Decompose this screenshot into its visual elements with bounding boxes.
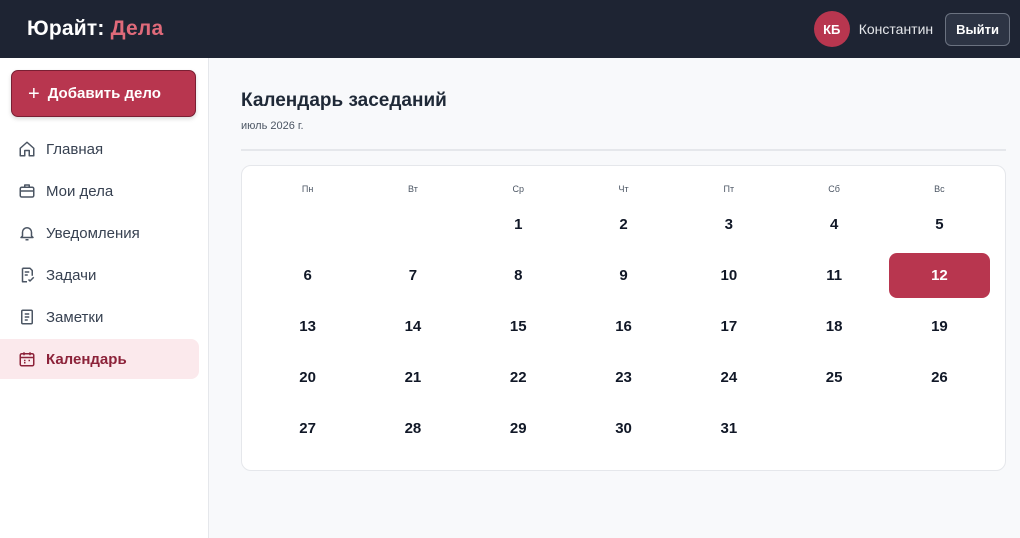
weekday-header: Пн Вт Ср Чт Пт Сб Вс	[255, 184, 989, 200]
task-icon	[21, 267, 35, 283]
sidebar-item-label: Заметки	[46, 308, 104, 326]
calendar-icon	[19, 352, 35, 367]
user-area: КБ Константин Выйти	[813, 11, 1010, 47]
calendar-day[interactable]: 19	[889, 304, 990, 349]
divider	[241, 149, 1006, 151]
sidebar-item-notes[interactable]: Заметки	[0, 297, 199, 337]
bell-icon	[20, 227, 34, 241]
calendar-day[interactable]: 24	[678, 355, 779, 400]
weekday-label: Вт	[408, 184, 418, 194]
calendar-day[interactable]: 9	[573, 253, 674, 298]
calendar-day[interactable]: 2	[573, 202, 674, 247]
calendar-day[interactable]: 3	[678, 202, 779, 247]
calendar-day[interactable]: 17	[678, 304, 779, 349]
calendar-day[interactable]: 16	[573, 304, 674, 349]
briefcase-icon	[19, 184, 35, 198]
weekday-label: Пн	[301, 184, 314, 194]
calendar-day[interactable]: 7	[362, 253, 463, 298]
sidebar-item-tasks[interactable]: Задачи	[0, 255, 199, 295]
calendar-day[interactable]: 23	[573, 355, 674, 400]
calendar-day[interactable]: 31	[678, 406, 779, 451]
weekday-label: Пт	[723, 184, 735, 194]
brand-accent: Дела	[110, 17, 164, 40]
calendar-day[interactable]: 26	[889, 355, 990, 400]
sidebar: + Добавить дело Главная Мои дела Уведомл…	[0, 58, 209, 538]
calendar-day[interactable]: 21	[362, 355, 463, 400]
sidebar-item-home[interactable]: Главная	[0, 129, 199, 169]
calendar-day[interactable]: 4	[783, 202, 884, 247]
user-name: Константин	[858, 21, 934, 37]
top-bar: Юрайт: Дела КБ Константин Выйти	[0, 0, 1020, 58]
calendar-day[interactable]: 29	[468, 406, 569, 451]
sidebar-item-calendar[interactable]: Календарь	[0, 339, 199, 379]
sidebar-item-label: Задачи	[46, 266, 97, 284]
calendar-day[interactable]: 10	[678, 253, 779, 298]
sidebar-item-label: Уведомления	[46, 224, 140, 242]
calendar-day[interactable]: 30	[573, 406, 674, 451]
calendar-day[interactable]: 1	[468, 202, 569, 247]
sidebar-item-label: Мои дела	[46, 182, 114, 200]
notes-icon	[21, 309, 33, 325]
sidebar-item-my-cases[interactable]: Мои дела	[0, 171, 199, 211]
calendar-day-today[interactable]: 12	[888, 253, 991, 298]
weekday-label: Ср	[512, 184, 524, 194]
weekday-label: Вс	[934, 184, 945, 194]
sidebar-item-label: Календарь	[46, 350, 127, 368]
calendar-day[interactable]: 15	[468, 304, 569, 349]
sidebar-item-notifications[interactable]: Уведомления	[0, 213, 199, 253]
calendar-day[interactable]: 6	[257, 253, 358, 298]
calendar: Пн Вт Ср Чт Пт Сб Вс 1 2 3 4 5 6 7 8 9 10 11 12 13 14…	[241, 165, 1006, 471]
plus-icon: +	[28, 82, 40, 105]
sidebar-item-label: Главная	[46, 140, 104, 158]
calendar-day[interactable]: 8	[468, 253, 569, 298]
calendar-day[interactable]: 18	[783, 304, 884, 349]
add-case-button[interactable]: + Добавить дело	[11, 70, 196, 117]
sidebar-nav: Главная Мои дела Уведомления Задачи Заме…	[0, 129, 199, 379]
calendar-day[interactable]: 28	[362, 406, 463, 451]
logout-button[interactable]: Выйти	[945, 12, 1010, 46]
avatar[interactable]: КБ	[813, 11, 850, 47]
app-title[interactable]: Юрайт: Дела	[27, 17, 163, 41]
page-title: Календарь заседаний	[241, 90, 447, 111]
calendar-day[interactable]: 5	[889, 202, 990, 247]
weekday-label: Сб	[828, 184, 840, 194]
brand-main: Юрайт:	[27, 17, 105, 40]
calendar-day[interactable]: 14	[362, 304, 463, 349]
calendar-grid: 1 2 3 4 5 6 7 8 9 10 11 12 13 14 15 16 17 18 19 20 21 22 23 24 2…	[255, 202, 991, 457]
main-content: Календарь заседаний июль 2026 г. Пн Вт С…	[209, 58, 1020, 538]
calendar-day[interactable]: 22	[468, 355, 569, 400]
calendar-day[interactable]: 11	[783, 253, 884, 298]
calendar-day[interactable]: 20	[257, 355, 358, 400]
calendar-day[interactable]: 27	[257, 406, 358, 451]
calendar-day[interactable]: 25	[783, 355, 884, 400]
weekday-label: Чт	[618, 184, 629, 194]
home-icon	[19, 141, 35, 157]
add-case-label: Добавить дело	[47, 85, 161, 102]
month-label: июль 2026 г.	[241, 120, 304, 132]
calendar-day[interactable]: 13	[257, 304, 358, 349]
